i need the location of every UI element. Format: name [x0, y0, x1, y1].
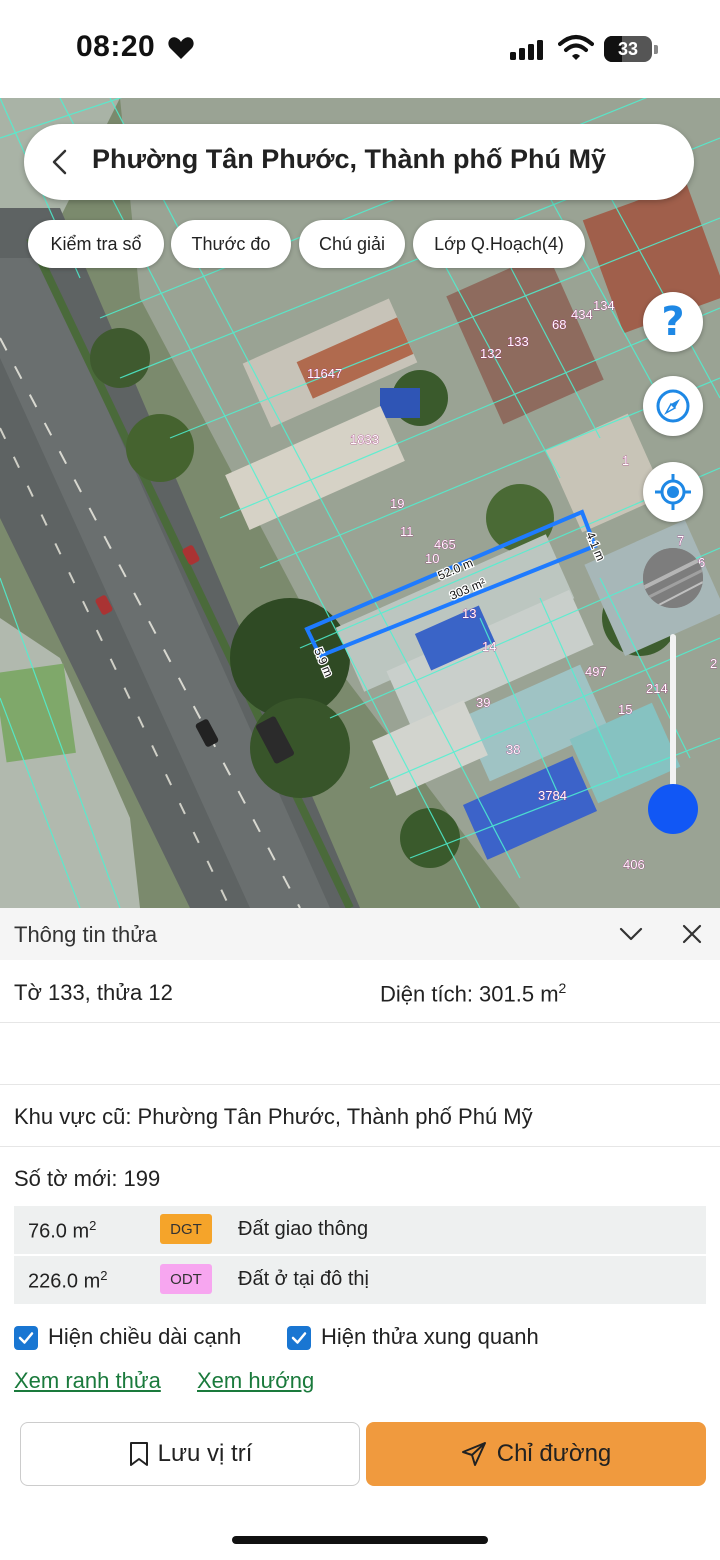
table-row: 226.0 m2 ODT Đất ở tại đô thị — [14, 1256, 706, 1304]
sheet-parcel: Tờ 133, thửa 12 — [14, 980, 173, 1005]
show-neighbor-parcels-checkbox[interactable] — [287, 1326, 311, 1350]
usage-area: 76.0 m2 — [28, 1218, 97, 1243]
new-sheet: Số tờ mới: 199 — [14, 1166, 161, 1191]
help-icon: ? — [661, 299, 685, 345]
land-code-badge: DGT — [160, 1214, 212, 1244]
land-code-badge: ODT — [160, 1264, 212, 1294]
parcel-label: 406 — [623, 857, 645, 872]
parcel-label: 13 — [462, 606, 476, 621]
locate-icon — [655, 474, 691, 510]
view-boundary-link[interactable]: Xem ranh thửa — [14, 1368, 161, 1394]
divider — [0, 1022, 720, 1023]
chevron-down-icon[interactable] — [618, 924, 644, 944]
parcel-label: 134 — [593, 298, 615, 313]
parcel-label: 133 — [507, 334, 529, 349]
bookmark-icon — [129, 1442, 148, 1466]
close-icon[interactable] — [680, 922, 704, 946]
parcel-label: 68 — [552, 317, 566, 332]
heart-icon — [168, 37, 194, 59]
parcel-label: 11 — [400, 524, 414, 539]
parcel-label: 132 — [480, 346, 502, 361]
parcel-label: 10 — [425, 551, 439, 566]
parcel-label: 2 — [710, 656, 717, 671]
signal-icon — [510, 40, 543, 60]
land-use-desc: Đất giao thông — [238, 1218, 369, 1240]
parcel-label: 7 — [677, 533, 684, 548]
home-indicator — [232, 1536, 488, 1544]
chip-legend[interactable]: Chú giải — [299, 220, 405, 268]
compass-button[interactable] — [643, 376, 703, 436]
parcel-label: 465 — [434, 537, 456, 552]
chip-ruler[interactable]: Thước đo — [171, 220, 291, 268]
locate-button[interactable] — [643, 462, 703, 522]
send-icon — [461, 1442, 486, 1466]
battery-icon: 33 — [604, 36, 658, 62]
directions-label: Chỉ đường — [496, 1440, 612, 1467]
chip-check-book[interactable]: Kiểm tra sổ — [28, 220, 164, 268]
parcel-label: 38 — [506, 742, 520, 757]
parcel-label: 14 — [482, 639, 496, 654]
status-bar: 08:20 33 — [0, 0, 720, 98]
layer-icon[interactable] — [643, 548, 703, 608]
old-area: Khu vực cũ: Phường Tân Phước, Thành phố … — [14, 1104, 533, 1129]
area-value: Diện tích: 301.5 m2 — [380, 980, 566, 1007]
parcel-label: 15 — [618, 702, 632, 717]
area-unit-sup: 2 — [558, 980, 567, 996]
compass-icon — [656, 389, 690, 423]
table-row: 76.0 m2 DGT Đất giao thông — [14, 1206, 706, 1254]
parcel-label: 434 — [571, 307, 593, 322]
location-title[interactable]: Phường Tân Phước, Thành phố Phú Mỹ — [92, 144, 606, 175]
save-location-button[interactable]: Lưu vị trí — [20, 1422, 360, 1486]
land-use-table: 76.0 m2 DGT Đất giao thông 226.0 m2 ODT … — [14, 1206, 706, 1304]
parcel-info-panel: Thông tin thửa Tờ 133, thửa 12 Diện tích… — [0, 908, 720, 1560]
land-use-desc: Đất ở tại đô thị — [238, 1268, 369, 1290]
parcel-label: 214 — [646, 681, 668, 696]
battery-level: 33 — [617, 39, 639, 59]
wifi-icon — [558, 35, 594, 60]
back-arrow-icon[interactable] — [46, 148, 74, 176]
save-location-label: Lưu vị trí — [157, 1440, 253, 1467]
show-neighbor-parcels-label[interactable]: Hiện thửa xung quanh — [321, 1324, 539, 1350]
chip-planning-layer[interactable]: Lớp Q.Hoạch(4) — [413, 220, 585, 268]
status-time: 08:20 — [76, 30, 156, 63]
check-icon — [18, 1332, 34, 1344]
help-button[interactable]: ? — [643, 292, 703, 352]
show-edge-length-checkbox[interactable] — [14, 1326, 38, 1350]
parcel-label: 1833 — [350, 432, 379, 447]
parcel-label: 1 — [622, 453, 629, 468]
panel-title: Thông tin thửa — [14, 922, 158, 947]
directions-button[interactable]: Chỉ đường — [366, 1422, 706, 1486]
usage-area: 226.0 m2 — [28, 1268, 108, 1293]
panel-header: Thông tin thửa — [0, 908, 720, 960]
show-edge-length-label[interactable]: Hiện chiều dài cạnh — [48, 1324, 241, 1350]
area-label: Diện tích: 301.5 m — [380, 981, 559, 1007]
divider — [0, 1146, 720, 1147]
check-icon — [291, 1332, 307, 1344]
parcel-label: 497 — [585, 664, 607, 679]
divider — [0, 1084, 720, 1085]
parcel-label: 19 — [390, 496, 404, 511]
view-direction-link[interactable]: Xem hướng — [197, 1368, 314, 1394]
parcel-label: 11647 — [307, 366, 342, 381]
parcel-label: 39 — [476, 695, 490, 710]
parcel-label: 3784 — [538, 788, 567, 803]
zoom-slider-handle[interactable] — [648, 784, 698, 834]
